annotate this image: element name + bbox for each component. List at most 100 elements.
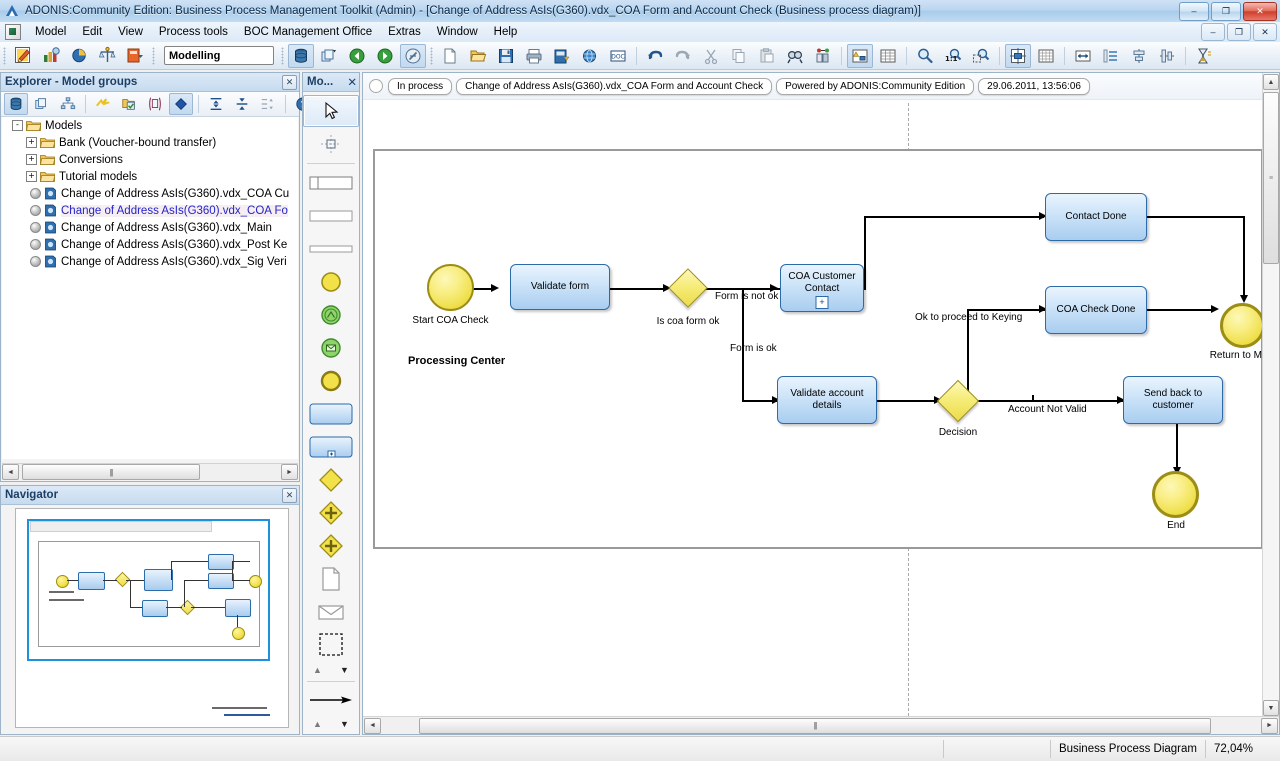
import-export-icon[interactable] [122,44,148,68]
tree-toggle[interactable]: + [26,171,37,182]
group-tool[interactable] [303,629,359,661]
message-tool[interactable] [303,596,359,628]
document-horizontal-scrollbar[interactable]: ◄ ||| ► [363,716,1279,734]
node-is-coa-form-ok[interactable] [668,268,708,308]
align-center-v-icon[interactable] [1126,44,1152,68]
node-start-coa-check[interactable] [427,264,474,311]
toolbar-grip-2[interactable] [152,46,155,65]
publish-icon[interactable] [577,44,603,68]
expand-all-icon[interactable] [204,93,228,115]
model-attributes-icon[interactable] [847,43,873,68]
edit-model-icon[interactable] [10,44,36,68]
mode-combo[interactable]: Modelling [164,46,274,65]
close-button[interactable]: ✕ [1243,2,1277,21]
document-tool[interactable] [303,563,359,595]
scroll-down-icon[interactable]: ▼ [340,665,349,675]
mdi-minimize-button[interactable]: – [1201,23,1225,41]
node-validate-account-details[interactable]: Validate account details [777,376,877,424]
menu-item-view[interactable]: View [110,24,151,40]
scroll-down-button[interactable]: ▼ [1263,700,1279,716]
copy-icon[interactable] [726,44,752,68]
end-event-tool[interactable] [303,365,359,397]
message-event-tool[interactable] [303,332,359,364]
analyse-icon[interactable] [38,44,64,68]
palette-close-button[interactable]: ✕ [347,75,357,89]
tree-toggle[interactable]: + [26,154,37,165]
breadcrumb-status[interactable]: In process [388,77,453,95]
redo-icon[interactable] [670,44,696,68]
tree-item-model-coa-cu[interactable]: Change of Address AsIs(G360).vdx_COA Cu [2,185,298,202]
find-icon[interactable] [782,44,808,68]
palette-scroll-controls[interactable]: ▲ ▼ [304,662,358,678]
subprocess-tool[interactable] [303,431,359,463]
breadcrumb-handle[interactable] [369,79,383,93]
menu-item-extras[interactable]: Extras [380,24,429,40]
paste-icon[interactable] [754,44,780,68]
tree-item-model-post-ke[interactable]: Change of Address AsIs(G360).vdx_Post Ke [2,236,298,253]
scroll-left-button[interactable]: ◄ [364,717,381,734]
explorer-horizontal-scrollbar[interactable]: ◄ ||| ► [2,463,298,480]
mdi-restore-button[interactable]: ❐ [1227,23,1251,41]
menu-item-help[interactable]: Help [486,24,526,40]
hourglass-icon[interactable] [1191,44,1217,68]
node-validate-form[interactable]: Validate form [510,264,610,310]
scroll-up-icon[interactable]: ▲ [313,665,322,675]
inclusive-gateway-tool[interactable] [303,530,359,562]
lightning-icon[interactable] [91,93,115,115]
zoom-icon[interactable] [912,44,938,68]
scroll-right-button[interactable]: ► [281,464,298,480]
tree-toggle[interactable]: + [26,137,37,148]
scroll-thumb-horizontal[interactable]: ||| [419,717,1211,734]
align-width-icon[interactable] [1070,44,1096,68]
model-groups-icon[interactable] [30,93,54,115]
tree-item-model-sig-veri[interactable]: Change of Address AsIs(G360).vdx_Sig Ver… [2,253,298,270]
copy-model-icon[interactable] [143,93,167,115]
task-tool[interactable] [303,398,359,430]
model-groups-icon[interactable] [316,44,342,68]
scroll-thumb[interactable]: ||| [22,464,200,480]
diagram-canvas[interactable]: Processing Center Start COA Check Valida… [373,149,1275,549]
subprocess-plus-icon[interactable]: + [815,296,829,309]
scroll-up-icon[interactable]: ▲ [313,719,322,729]
navigator-close-button[interactable]: ✕ [282,487,297,503]
lane-tool[interactable] [303,200,359,232]
print-icon[interactable] [521,44,547,68]
database-icon[interactable] [4,93,28,115]
select-pointer-tool[interactable] [303,95,359,127]
zoom-fit-icon[interactable] [968,44,994,68]
toolbar-grip[interactable] [3,46,6,65]
tree-item-model-main[interactable]: Change of Address AsIs(G360).vdx_Main [2,219,298,236]
document-system-icon[interactable] [5,24,21,40]
restore-button[interactable]: ❐ [1211,2,1241,21]
save-icon[interactable] [493,44,519,68]
connector-tool[interactable] [303,128,359,160]
tree-item-bank[interactable]: + Bank (Voucher-bound transfer) [2,134,298,151]
tree-item-tutorial-models[interactable]: + Tutorial models [2,168,298,185]
align-center-h-icon[interactable] [1154,44,1180,68]
scroll-thumb-vertical[interactable]: ≡ [1263,92,1279,264]
menu-item-window[interactable]: Window [429,24,486,40]
back-green-icon[interactable] [344,44,370,68]
tree-item-conversions[interactable]: + Conversions [2,151,298,168]
menu-item-edit[interactable]: Edit [74,24,110,40]
navigator-canvas[interactable] [15,508,289,728]
breadcrumb-powered-by[interactable]: Powered by ADONIS:Community Edition [776,77,975,95]
diamond-icon[interactable] [169,93,193,115]
minimize-button[interactable]: – [1179,2,1209,21]
palette-scroll-controls-2[interactable]: ▲ ▼ [304,716,358,732]
node-end[interactable] [1152,471,1199,518]
forward-green-icon[interactable] [372,44,398,68]
evaluate-icon[interactable] [94,44,120,68]
node-contact-done[interactable]: Contact Done [1045,193,1147,241]
toolbar-grip-3[interactable] [281,46,284,65]
node-send-back-to-customer[interactable]: Send back to customer [1123,376,1223,424]
doc-generate-icon[interactable]: DOC [605,44,631,68]
node-decision[interactable] [936,379,980,423]
mdi-close-button[interactable]: ✕ [1253,23,1277,41]
menu-item-boc-management-office[interactable]: BOC Management Office [236,24,380,40]
center-icon[interactable] [1005,43,1031,68]
gateway-tool[interactable] [303,464,359,496]
intermediate-event-tool[interactable] [303,299,359,331]
scroll-up-button[interactable]: ▲ [1263,74,1279,90]
node-coa-customer-contact[interactable]: COA Customer Contact + [780,264,864,312]
